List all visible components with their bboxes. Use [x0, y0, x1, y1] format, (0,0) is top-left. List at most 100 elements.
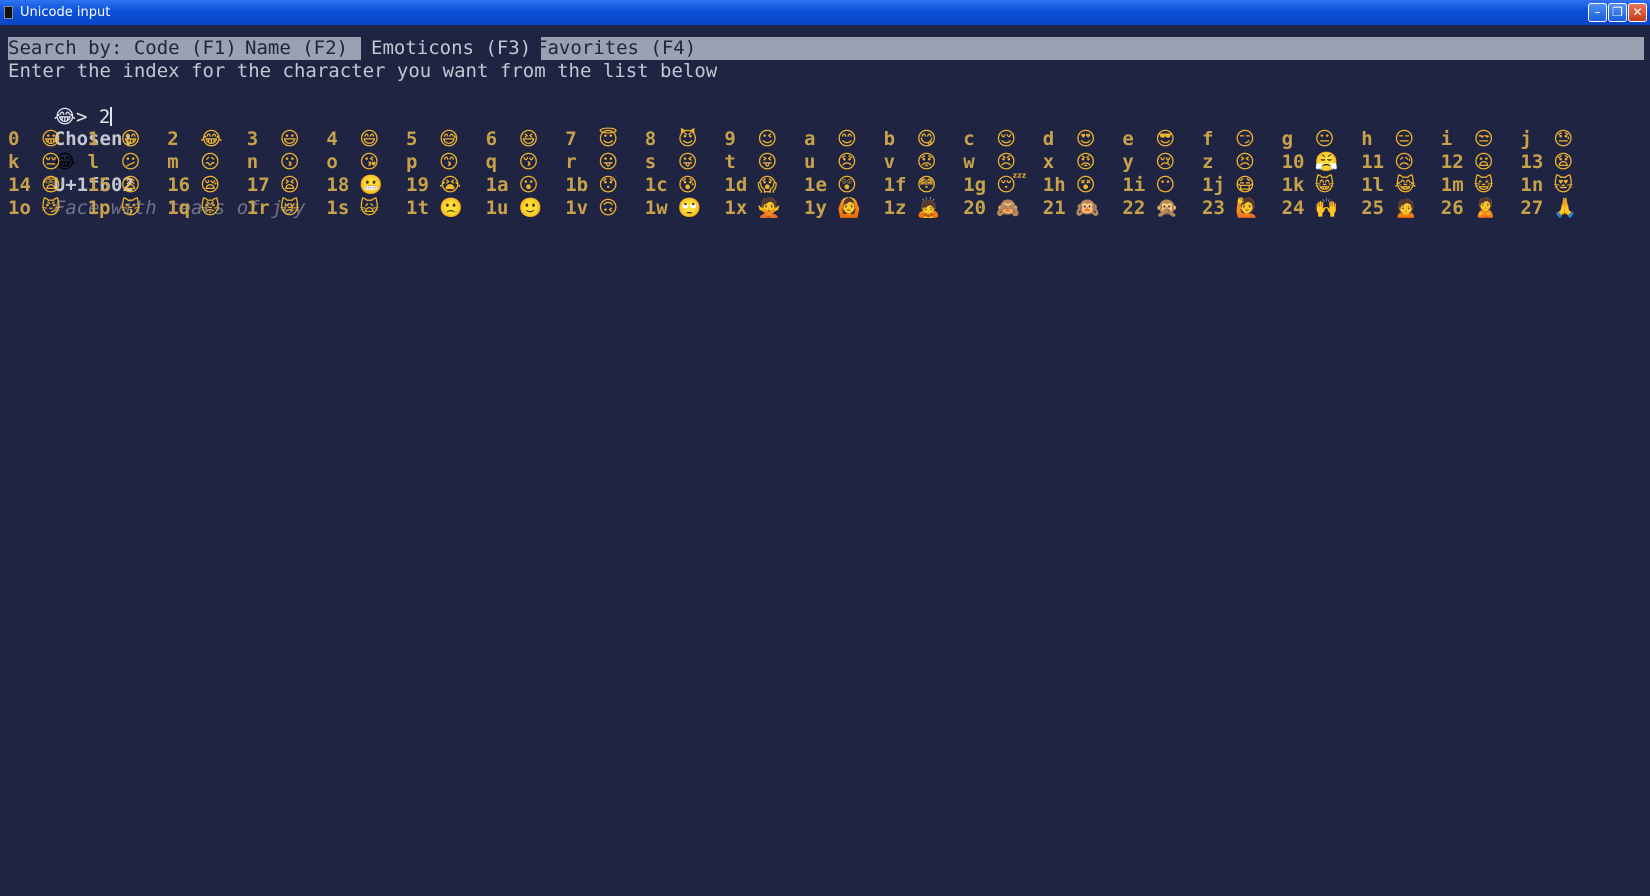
grid-emoji[interactable]: 😙 [439, 151, 459, 174]
grid-emoji[interactable]: 😞 [837, 151, 857, 174]
grid-index[interactable]: m [167, 151, 178, 174]
grid-emoji[interactable]: 😩 [121, 174, 141, 197]
grid-index[interactable]: 9 [724, 128, 735, 151]
grid-index[interactable]: 1d [724, 174, 747, 197]
grid-emoji[interactable]: 😿 [280, 197, 300, 220]
tab-search-by-code[interactable]: Search by: Code (F1) [8, 37, 237, 60]
grid-index[interactable]: l [88, 151, 99, 174]
grid-index[interactable]: 1e [804, 174, 827, 197]
grid-index[interactable]: 1l [1361, 174, 1384, 197]
grid-index[interactable]: 13 [1520, 151, 1543, 174]
grid-emoji[interactable]: 🙌 [1315, 197, 1339, 220]
grid-index[interactable]: b [884, 128, 895, 151]
grid-emoji[interactable]: 😠 [996, 151, 1016, 174]
grid-emoji[interactable]: 😋 [917, 128, 937, 151]
grid-index[interactable]: 21 [1043, 197, 1066, 220]
grid-emoji[interactable]: 😜 [678, 151, 698, 174]
grid-index[interactable]: g [1282, 128, 1293, 151]
grid-emoji[interactable]: 😧 [1553, 151, 1573, 174]
grid-index[interactable]: 1a [486, 174, 509, 197]
grid-emoji[interactable]: 😐 [1315, 128, 1335, 151]
minimize-button[interactable]: – [1588, 3, 1607, 22]
grid-emoji[interactable]: 😨 [41, 174, 61, 197]
grid-emoji[interactable]: 😺 [1474, 174, 1494, 197]
tab-name[interactable]: Name (F2) [245, 37, 348, 60]
grid-index[interactable]: 3 [247, 128, 258, 151]
grid-index[interactable]: o [326, 151, 337, 174]
grid-index[interactable]: 1m [1441, 174, 1464, 197]
grid-emoji[interactable]: 🙈 [996, 197, 1020, 220]
grid-index[interactable]: 0 [8, 128, 19, 151]
grid-index[interactable]: 2 [167, 128, 178, 151]
grid-emoji[interactable]: 😌 [996, 128, 1016, 151]
grid-emoji[interactable]: 😻 [1553, 174, 1573, 197]
grid-index[interactable]: 10 [1282, 151, 1305, 174]
grid-emoji[interactable]: 😈 [678, 128, 698, 151]
grid-index[interactable]: 1b [565, 174, 588, 197]
grid-index[interactable]: t [724, 151, 735, 174]
grid-index[interactable]: 19 [406, 174, 429, 197]
grid-emoji[interactable]: 😔 [41, 151, 61, 174]
grid-emoji[interactable]: 🙇 [917, 197, 941, 220]
grid-index[interactable]: 7 [565, 128, 576, 151]
grid-index[interactable]: 1y [804, 197, 827, 220]
grid-index[interactable]: 25 [1361, 197, 1384, 220]
grid-index[interactable]: 27 [1520, 197, 1543, 220]
grid-index[interactable]: 22 [1122, 197, 1145, 220]
grid-emoji[interactable]: 😬 [359, 174, 383, 197]
grid-index[interactable]: z [1202, 151, 1213, 174]
grid-index[interactable]: 15 [88, 174, 111, 197]
grid-index[interactable]: 1g [963, 174, 986, 197]
grid-emoji[interactable]: 😂 [200, 128, 222, 151]
grid-index[interactable]: 1w [645, 197, 668, 220]
grid-index[interactable]: q [486, 151, 497, 174]
grid-index[interactable]: v [884, 151, 895, 174]
grid-emoji[interactable]: 😴 [996, 174, 1026, 197]
grid-emoji[interactable]: 😝 [757, 151, 777, 174]
grid-emoji[interactable]: 😦 [1474, 151, 1494, 174]
grid-emoji[interactable]: 😪 [200, 174, 220, 197]
grid-index[interactable]: 1f [884, 174, 907, 197]
grid-emoji[interactable]: 😑 [1394, 128, 1414, 151]
grid-emoji[interactable]: 🙀 [359, 197, 379, 220]
grid-emoji[interactable]: 😍 [1076, 128, 1096, 151]
grid-index[interactable]: 1x [724, 197, 747, 220]
grid-index[interactable]: 1p [88, 197, 111, 220]
grid-emoji[interactable]: 😾 [200, 197, 220, 220]
grid-emoji[interactable]: 😖 [200, 151, 220, 174]
grid-index[interactable]: 16 [167, 174, 190, 197]
grid-emoji[interactable]: 😡 [1076, 151, 1096, 174]
grid-emoji[interactable]: 🙄 [678, 197, 702, 220]
grid-emoji[interactable]: 😚 [519, 151, 539, 174]
grid-index[interactable]: 1s [326, 197, 349, 220]
grid-emoji[interactable]: 🙁 [439, 197, 463, 220]
grid-emoji[interactable]: 🙍 [1394, 197, 1418, 220]
grid-emoji[interactable]: 🙃 [598, 197, 618, 220]
grid-index[interactable]: 1i [1122, 174, 1145, 197]
grid-emoji[interactable]: 😯 [598, 174, 618, 197]
grid-emoji[interactable]: 😮 [519, 174, 539, 197]
grid-index[interactable]: 1j [1202, 174, 1225, 197]
grid-index[interactable]: h [1361, 128, 1372, 151]
grid-emoji[interactable]: 😥 [1394, 151, 1414, 174]
grid-index[interactable]: u [804, 151, 815, 174]
grid-emoji[interactable]: 😭 [439, 174, 461, 197]
grid-index[interactable]: 1q [167, 197, 190, 220]
grid-index[interactable]: 14 [8, 174, 31, 197]
grid-index[interactable]: 23 [1202, 197, 1225, 220]
grid-emoji[interactable]: 🙋 [1235, 197, 1259, 220]
grid-index[interactable]: c [963, 128, 974, 151]
grid-emoji[interactable]: 🙎 [1474, 197, 1498, 220]
grid-emoji[interactable]: 😃 [280, 128, 300, 151]
grid-index[interactable]: 1t [406, 197, 429, 220]
grid-index[interactable]: 12 [1441, 151, 1464, 174]
grid-emoji[interactable]: 😣 [1235, 151, 1255, 174]
grid-emoji[interactable]: 😱 [757, 174, 777, 197]
grid-emoji[interactable]: 😵 [1076, 174, 1096, 197]
grid-emoji[interactable]: 😓 [1553, 128, 1573, 151]
grid-emoji[interactable]: 🙅 [757, 197, 781, 220]
grid-emoji[interactable]: 😤 [1315, 151, 1339, 174]
grid-emoji[interactable]: 😼 [41, 197, 61, 220]
tab-favorites[interactable]: Favorites (F4) [536, 37, 696, 60]
grid-index[interactable]: f [1202, 128, 1213, 151]
